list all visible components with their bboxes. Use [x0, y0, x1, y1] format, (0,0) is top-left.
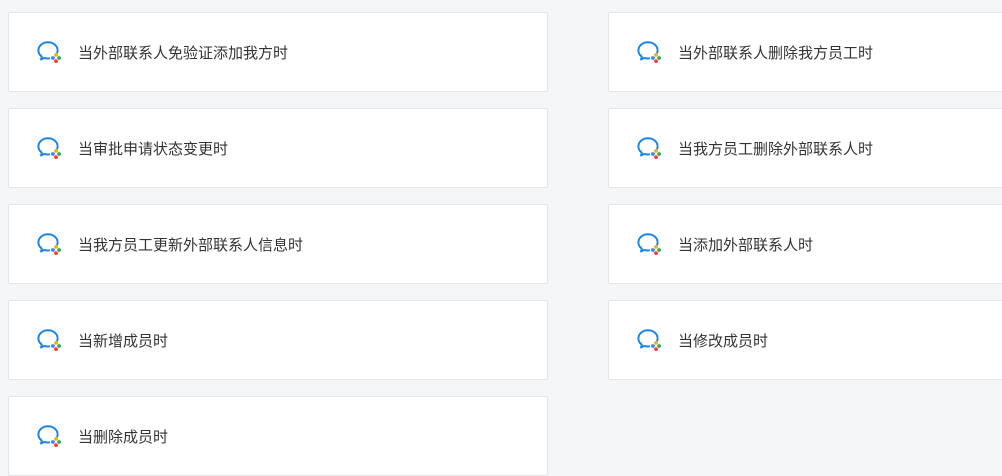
trigger-label: 当添加外部联系人时 [678, 235, 814, 254]
trigger-card-employee-update-external-contact[interactable]: 当我方员工更新外部联系人信息时 [8, 204, 548, 284]
trigger-card-member-deleted[interactable]: 当删除成员时 [8, 396, 548, 476]
trigger-card-external-contact-add-without-verification[interactable]: 当外部联系人免验证添加我方时 [8, 12, 548, 92]
wecom-chat-icon [636, 39, 662, 65]
trigger-card-employee-deletes-external-contact[interactable]: 当我方员工删除外部联系人时 [608, 108, 1002, 188]
trigger-list-page: { "theme": { "background": "#f5f6f7", "c… [0, 0, 1002, 476]
wecom-chat-icon [36, 231, 62, 257]
wecom-chat-icon [636, 231, 662, 257]
wecom-chat-icon [636, 327, 662, 353]
trigger-label: 当新增成员时 [78, 331, 169, 350]
trigger-label: 当审批申请状态变更时 [78, 139, 229, 158]
trigger-card-external-contact-deletes-employee[interactable]: 当外部联系人删除我方员工时 [608, 12, 1002, 92]
trigger-label: 当外部联系人免验证添加我方时 [78, 43, 289, 62]
trigger-card-member-added[interactable]: 当新增成员时 [8, 300, 548, 380]
trigger-label: 当修改成员时 [678, 331, 769, 350]
trigger-label: 当我方员工更新外部联系人信息时 [78, 235, 304, 254]
wecom-chat-icon [36, 423, 62, 449]
trigger-card-external-contact-added[interactable]: 当添加外部联系人时 [608, 204, 1002, 284]
trigger-card-member-modified[interactable]: 当修改成员时 [608, 300, 1002, 380]
wecom-chat-icon [36, 135, 62, 161]
trigger-label: 当外部联系人删除我方员工时 [678, 43, 874, 62]
wecom-chat-icon [636, 135, 662, 161]
wecom-chat-icon [36, 39, 62, 65]
wecom-chat-icon [36, 327, 62, 353]
trigger-label: 当删除成员时 [78, 427, 169, 446]
trigger-label: 当我方员工删除外部联系人时 [678, 139, 874, 158]
trigger-card-approval-status-change[interactable]: 当审批申请状态变更时 [8, 108, 548, 188]
